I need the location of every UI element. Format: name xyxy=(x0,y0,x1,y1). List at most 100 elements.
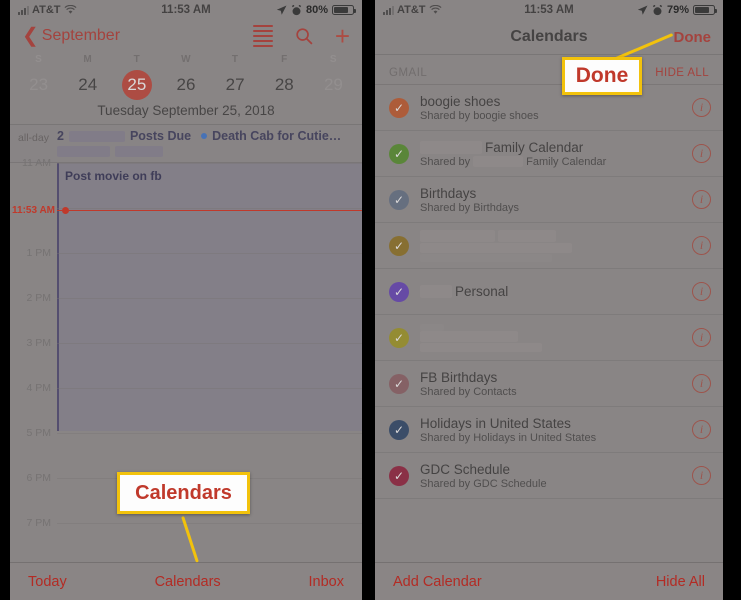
redacted-text xyxy=(420,140,482,154)
hour-row: 11 AM xyxy=(10,157,362,208)
add-calendar-button[interactable]: Add Calendar xyxy=(393,574,482,590)
event-color-dot-icon xyxy=(201,133,208,139)
calendar-subtitle: Shared by Holidays in United States xyxy=(420,431,597,444)
right-phone-panel: AT&T 11:53 AM 79% Calendars Done GMAIL H… xyxy=(371,0,741,600)
calendar-text: FB Birthdays Shared by Contacts xyxy=(420,370,681,398)
inbox-button[interactable]: Inbox xyxy=(309,574,344,590)
calendar-row-birthdays[interactable]: ✓ Birthdays Shared by Birthdays i xyxy=(375,177,723,223)
calendar-subtitle: Family Calendar xyxy=(526,155,607,168)
calendar-row-family-calendar[interactable]: ✓ Family Calendar Shared by Family Calen… xyxy=(375,131,723,177)
calendar-row-boogie-shoes[interactable]: ✓ boogie shoes Shared by boogie shoes i xyxy=(375,85,723,131)
week-day-cell[interactable]: W 26 xyxy=(161,54,210,100)
date-number: 28 xyxy=(274,75,294,94)
checkmark-icon[interactable]: ✓ xyxy=(389,465,409,486)
list-view-icon[interactable] xyxy=(252,25,273,47)
all-day-event-group[interactable]: 2 Posts Due xyxy=(57,129,191,162)
week-day-cell[interactable]: S 29 xyxy=(309,54,358,100)
calendar-row-fb-birthdays[interactable]: ✓ FB Birthdays Shared by Contacts i xyxy=(375,361,723,407)
calendars-button[interactable]: Calendars xyxy=(155,574,221,590)
checkmark-icon[interactable]: ✓ xyxy=(389,235,409,256)
info-icon[interactable]: i xyxy=(692,466,711,485)
calendar-row-personal[interactable]: ✓ Personal i xyxy=(375,269,723,315)
calendar-row-holidays-us[interactable]: ✓ Holidays in United States Shared by Ho… xyxy=(375,407,723,453)
plus-icon[interactable]: + xyxy=(335,23,350,49)
redacted-text xyxy=(498,229,556,242)
location-arrow-icon xyxy=(276,5,287,15)
checkmark-icon[interactable]: ✓ xyxy=(389,97,409,118)
all-day-event-group-2[interactable]: Death Cab for Cutie… xyxy=(201,129,341,162)
hour-label: 4 PM xyxy=(26,382,51,394)
calendar-name-row: Family Calendar xyxy=(420,140,681,155)
checkmark-icon[interactable]: ✓ xyxy=(389,373,409,394)
calendar-text xyxy=(420,323,681,352)
current-time-indicator: 11:53 AM xyxy=(10,205,362,216)
calendar-subtitle: Shared by Contacts xyxy=(420,385,517,398)
calendar-row-redacted-2[interactable]: ✓ i xyxy=(375,315,723,361)
all-day-event-posts-due[interactable]: 2 Posts Due xyxy=(57,129,191,143)
hour-label: 3 PM xyxy=(26,337,51,349)
hide-all-section-button[interactable]: HIDE ALL xyxy=(655,67,709,79)
done-button[interactable]: Done xyxy=(674,29,712,46)
battery-percent-label: 80% xyxy=(305,4,328,16)
weekday-label: F xyxy=(281,54,288,65)
checkmark-icon[interactable]: ✓ xyxy=(389,143,409,164)
calendar-subtitle: Shared by Birthdays xyxy=(420,201,520,214)
all-day-row: all-day 2 Posts Due Death Cab for Cutie… xyxy=(10,125,362,163)
alarm-clock-icon xyxy=(291,4,302,15)
hide-all-button[interactable]: Hide All xyxy=(656,574,705,590)
status-right-group: 79% xyxy=(637,4,717,16)
event-count: 2 xyxy=(57,129,64,143)
today-button[interactable]: Today xyxy=(28,574,67,590)
redacted-text xyxy=(420,324,444,331)
hour-label: 2 PM xyxy=(26,292,51,304)
calendar-text: boogie shoes Shared by boogie shoes xyxy=(420,94,681,122)
back-month-label[interactable]: September xyxy=(42,27,120,45)
all-day-event-second-row[interactable] xyxy=(57,146,191,157)
info-icon[interactable]: i xyxy=(692,328,711,347)
week-day-cell[interactable]: S 23 xyxy=(14,54,63,100)
redacted-text xyxy=(420,242,572,253)
calendar-row-redacted-1[interactable]: ✓ i xyxy=(375,223,723,269)
calendar-subtitle-row-2 xyxy=(420,253,681,262)
calendar-name: Personal xyxy=(455,284,509,299)
hour-row: 4 PM xyxy=(10,382,362,433)
week-day-cell[interactable]: M 24 xyxy=(63,54,112,100)
redacted-text xyxy=(57,146,110,157)
hour-line xyxy=(57,388,362,433)
info-icon[interactable]: i xyxy=(692,98,711,117)
calendar-row-gdc-schedule[interactable]: ✓ GDC Schedule Shared by GDC Schedule i xyxy=(375,453,723,499)
redacted-text xyxy=(68,130,125,142)
info-icon[interactable]: i xyxy=(692,144,711,163)
battery-icon xyxy=(332,5,356,15)
checkmark-icon[interactable]: ✓ xyxy=(389,281,409,302)
hour-label: 11 AM xyxy=(22,157,51,169)
weekday-label: T xyxy=(231,54,239,65)
week-day-cell[interactable]: F 28 xyxy=(260,54,309,100)
left-bottom-toolbar: Today Calendars Inbox xyxy=(10,562,362,600)
calendar-subtitle: Shared by boogie shoes xyxy=(420,109,539,122)
calendar-subtitle: Shared by GDC Schedule xyxy=(420,477,547,490)
info-icon[interactable]: i xyxy=(692,374,711,393)
dual-screenshot-container: AT&T 11:53 AM 80% ❮ September + S 23 M 2… xyxy=(0,0,741,600)
checkmark-icon[interactable]: ✓ xyxy=(389,327,409,348)
info-icon[interactable]: i xyxy=(692,190,711,209)
hour-label: 6 PM xyxy=(26,472,51,484)
checkmark-icon[interactable]: ✓ xyxy=(389,189,409,210)
hour-row: 1 PM xyxy=(10,247,362,298)
hour-label: 1 PM xyxy=(26,247,51,259)
checkmark-icon[interactable]: ✓ xyxy=(389,419,409,440)
search-icon[interactable] xyxy=(295,27,313,45)
back-chevron-icon[interactable]: ❮ xyxy=(22,26,39,46)
calendar-subtitle-row xyxy=(420,343,681,352)
info-icon[interactable]: i xyxy=(692,282,711,301)
week-day-cell[interactable]: T 27 xyxy=(211,54,260,100)
info-icon[interactable]: i xyxy=(692,236,711,255)
all-day-event-death-cab[interactable]: Death Cab for Cutie… xyxy=(201,129,341,143)
calendar-text: Birthdays Shared by Birthdays xyxy=(420,186,681,214)
date-number-today: 25 xyxy=(121,70,152,100)
calendar-name-row xyxy=(420,331,681,342)
left-status-bar: AT&T 11:53 AM 80% xyxy=(10,0,362,20)
week-day-cell-today[interactable]: T 25 xyxy=(112,54,161,100)
info-icon[interactable]: i xyxy=(692,420,711,439)
date-number: 26 xyxy=(176,75,196,94)
